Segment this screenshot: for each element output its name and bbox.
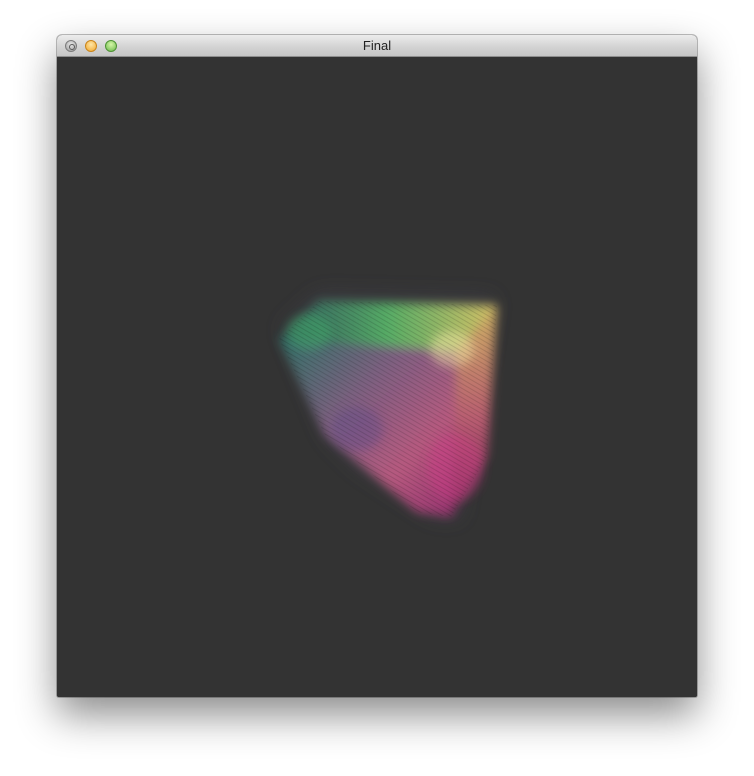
window-title: Final [362, 38, 392, 53]
cube-texture [279, 301, 497, 517]
color-cube-render [279, 293, 497, 519]
render-canvas[interactable] [57, 57, 697, 697]
app-window: Final [57, 35, 697, 697]
title-bar[interactable]: Final [57, 35, 697, 57]
